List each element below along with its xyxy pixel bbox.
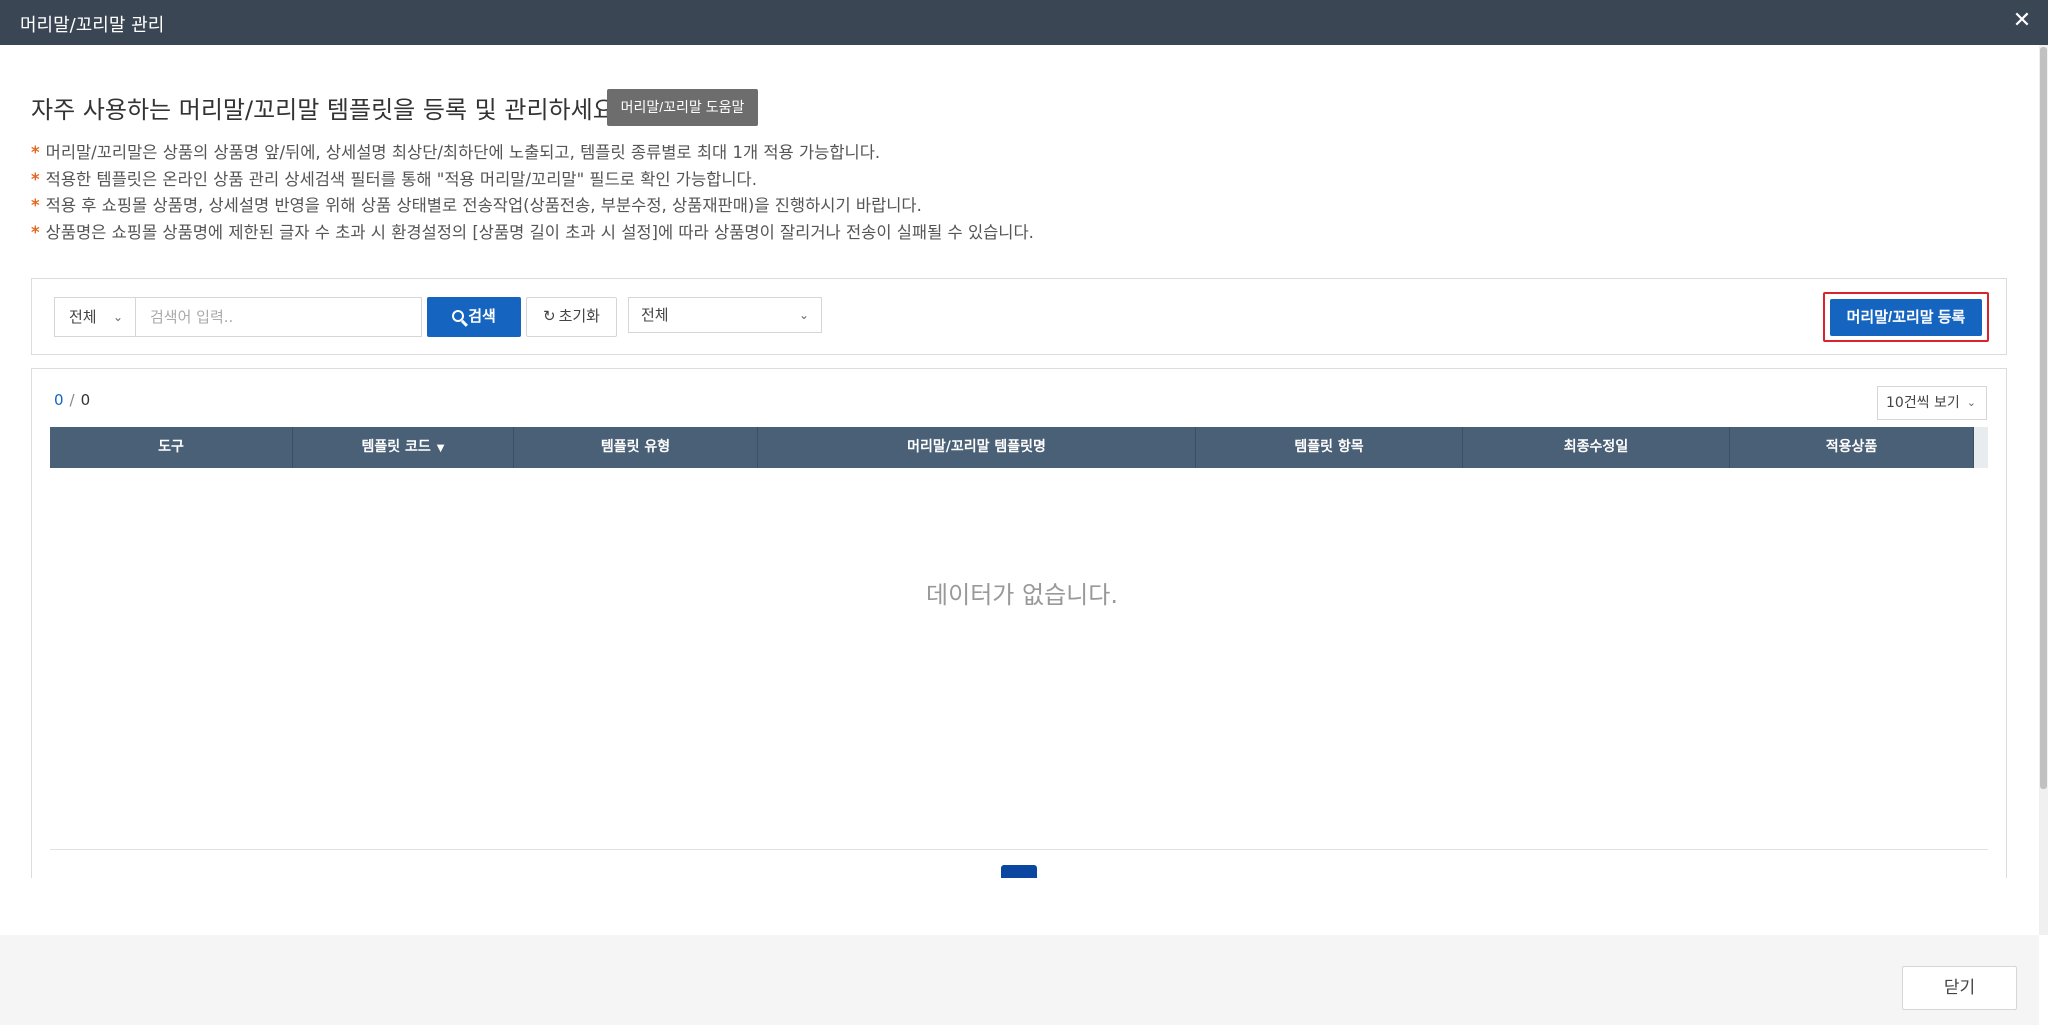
count-separator: / [69, 391, 75, 409]
search-type-value: 전체 [69, 308, 97, 326]
notice-text: 머리말/꼬리말은 상품의 상품명 앞/뒤에, 상세설명 최상단/최하단에 노출되… [45, 143, 881, 162]
asterisk-icon: * [31, 196, 40, 215]
search-type-select[interactable]: 전체 ⌄ [54, 297, 136, 337]
notice-item: * 머리말/꼬리말은 상품의 상품명 앞/뒤에, 상세설명 최상단/최하단에 노출… [31, 140, 1531, 167]
window-title: 머리말/꼬리말 관리 [20, 15, 165, 36]
column-label: 템플릿 유형 [600, 439, 671, 455]
column-label: 템플릿 코드 [361, 439, 431, 455]
filter-select[interactable]: 전체 ⌄ [628, 297, 822, 333]
sort-desc-icon[interactable]: ▼ [437, 443, 445, 454]
column-header-template-name[interactable]: 머리말/꼬리말 템플릿명 [758, 427, 1196, 468]
scrollbar-thumb[interactable] [2040, 47, 2047, 789]
asterisk-icon: * [31, 169, 40, 189]
close-icon[interactable]: ✕ [2010, 9, 2034, 33]
page-size-value: 10건씩 보기 [1886, 395, 1960, 411]
column-label: 머리말/꼬리말 템플릿명 [907, 439, 1046, 455]
reset-button[interactable]: ↻ 초기화 [526, 297, 617, 337]
header-scroll-gutter [1974, 427, 1988, 468]
notice-item: * 적용 후 쇼핑몰 상품명, 상세설명 반영을 위해 상품 상태별로 전송작업(… [31, 193, 1531, 220]
chevron-down-icon: ⌄ [798, 308, 809, 322]
column-label: 도구 [158, 439, 184, 455]
title-bar: 머리말/꼬리말 관리 ✕ [0, 0, 2048, 45]
search-panel: 전체 ⌄ 검색 ↻초기화 전체 ⌄ 머리말/꼬리말 등록 [31, 278, 2007, 355]
record-count: 0 / 0 [54, 391, 90, 409]
filter-select-value: 전체 [641, 306, 669, 324]
column-header-applied-products[interactable]: 적용상품 [1730, 427, 1974, 468]
notice-list: * 머리말/꼬리말은 상품의 상품명 앞/뒤에, 상세설명 최상단/최하단에 노출… [31, 140, 1531, 246]
search-button-label: 검색 [468, 308, 496, 325]
reset-button-label: 초기화 [558, 308, 600, 325]
count-current: 0 [54, 391, 64, 409]
column-label: 템플릿 항목 [1294, 439, 1364, 455]
register-button[interactable]: 머리말/꼬리말 등록 [1830, 299, 1982, 336]
pagination-current-page[interactable] [1001, 865, 1037, 878]
grid-divider [50, 849, 1988, 850]
page-size-select[interactable]: 10건씩 보기 ⌄ [1877, 386, 1987, 420]
notice-text: 적용한 템플릿은 온라인 상품 관리 상세검색 필터를 통해 "적용 머리말/꼬… [45, 169, 757, 189]
empty-message: 데이터가 없습니다. [926, 581, 1118, 609]
search-button[interactable]: 검색 [427, 297, 521, 337]
count-total: 0 [80, 391, 91, 409]
register-button-highlight: 머리말/꼬리말 등록 [1823, 292, 1989, 342]
footer-bar [0, 935, 2039, 1025]
chevron-down-icon: ⌄ [1966, 396, 1976, 409]
notice-item: * 적용한 템플릿은 온라인 상품 관리 상세검색 필터를 통해 "적용 머리말/… [31, 167, 1531, 194]
grid-panel: 0 / 0 10건씩 보기 ⌄ 도구 템플릿 코드 ▼ 템플릿 유형 머리말/꼬리말 … [31, 368, 2007, 878]
close-button[interactable]: 닫기 [1902, 966, 2017, 1010]
chevron-down-icon: ⌄ [112, 310, 123, 324]
column-header-tools[interactable]: 도구 [50, 427, 293, 468]
help-button[interactable]: 머리말/꼬리말 도움말 [607, 89, 758, 126]
notice-text: 적용 후 쇼핑몰 상품명, 상세설명 반영을 위해 상품 상태별로 전송작업(상… [45, 196, 922, 215]
column-label: 최종수정일 [1563, 439, 1629, 455]
refresh-icon: ↻ [543, 308, 556, 325]
search-input[interactable] [135, 297, 422, 337]
column-header-template-items[interactable]: 템플릿 항목 [1196, 427, 1463, 468]
column-header-template-type[interactable]: 템플릿 유형 [514, 427, 758, 468]
notice-item: * 상품명은 쇼핑몰 상품명에 제한된 글자 수 초과 시 환경설정의 [상품명 … [31, 220, 1531, 247]
column-header-last-modified[interactable]: 최종수정일 [1463, 427, 1730, 468]
column-header-template-code[interactable]: 템플릿 코드 ▼ [293, 427, 514, 468]
search-icon [452, 310, 465, 322]
table-header: 도구 템플릿 코드 ▼ 템플릿 유형 머리말/꼬리말 템플릿명 템플릿 항목 최종… [50, 427, 1988, 468]
column-label: 적용상품 [1825, 439, 1878, 455]
asterisk-icon: * [31, 222, 40, 242]
notice-text: 상품명은 쇼핑몰 상품명에 제한된 글자 수 초과 시 환경설정의 [상품명 길… [45, 222, 1034, 242]
asterisk-icon: * [31, 143, 40, 162]
page-headline: 자주 사용하는 머리말/꼬리말 템플릿을 등록 및 관리하세요. [31, 96, 623, 124]
vertical-scrollbar[interactable] [2039, 45, 2048, 935]
